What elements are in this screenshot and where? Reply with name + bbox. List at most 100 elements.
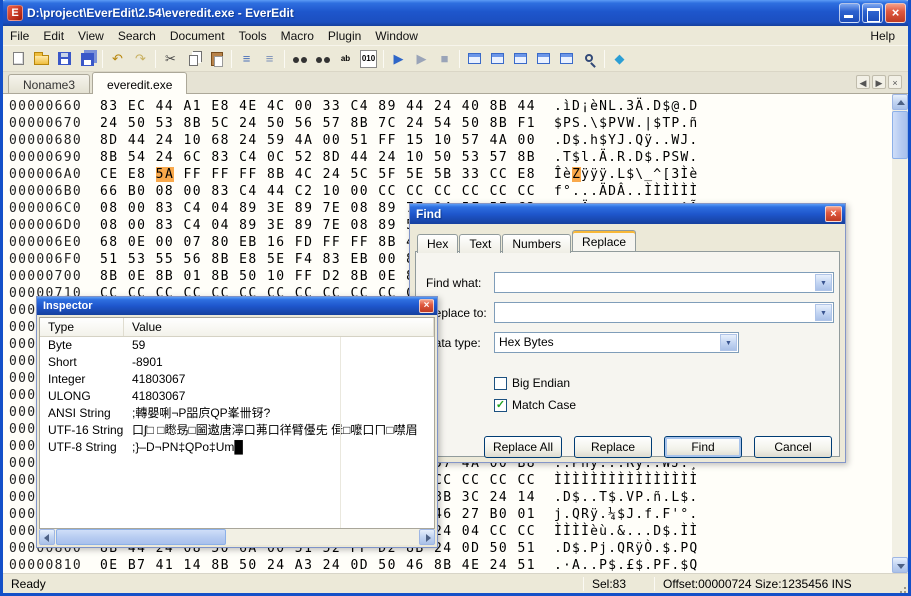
menu-document[interactable]: Document [163,27,232,45]
stop-macro-button[interactable]: ■ [433,48,456,70]
minimize-button[interactable] [839,3,860,23]
tab-scroll-left-icon[interactable]: ◀ [856,75,870,89]
row-hex-bytes: 83 EC 44 A1 E8 4E 4C 00 33 C4 89 44 24 4… [100,99,537,114]
open-folder-button[interactable] [30,48,53,70]
plugin-button[interactable]: ◆ [608,48,631,70]
menu-edit[interactable]: Edit [36,27,71,45]
inspector-hscrollbar[interactable] [39,529,435,545]
menu-help[interactable]: Help [863,27,902,45]
hex-row[interactable]: 00000810 0E B7 41 14 8B 50 24 A3 24 0D 50… [3,557,908,573]
layout-grid-button[interactable] [532,48,555,70]
inspector-row[interactable]: Integer 41803067 [40,371,434,388]
cancel-button[interactable]: Cancel [754,436,832,458]
hex-row[interactable]: 000006B0 66 B0 08 00 83 C4 44 C2 10 00 CC… [3,183,908,200]
inspector-row[interactable]: ANSI String ;轉嬰唎¬P㗊㡶QP峯卌䥺? [40,405,434,422]
paste-button[interactable] [205,48,228,70]
inspector-row[interactable]: Short -8901 [40,354,434,371]
play-macro-button[interactable]: ▶ [410,48,433,70]
hex-row[interactable]: 00000690 8B 54 24 6C 83 C4 0C 52 8D 44 24… [3,149,908,166]
scrollbar-thumb[interactable] [892,111,908,159]
open-folder-icon [34,52,49,65]
hex-row[interactable]: 00000680 8D 44 24 10 68 24 59 4A 00 51 FF… [3,132,908,149]
data-type-dropdown-icon[interactable]: ▼ [720,334,737,351]
cut-button[interactable]: ✂ [159,48,182,70]
tab-noname3[interactable]: Noname3 [8,74,91,93]
checkbox-match-case[interactable]: ✓ Match Case [494,398,576,412]
menu-window[interactable]: Window [368,27,425,45]
inspector-scroll-left-icon[interactable] [39,529,55,545]
tab-scroll-right-icon[interactable]: ▶ [872,75,886,89]
vertical-scrollbar[interactable] [892,94,908,573]
find-tab-numbers[interactable]: Numbers [502,234,572,253]
find-tab-replace[interactable]: Replace [572,230,637,251]
data-type-combobox[interactable]: Hex Bytes ▼ [494,332,739,353]
inspector-scroll-thumb[interactable] [56,529,226,545]
menu-view[interactable]: View [71,27,111,45]
checkbox-box-icon[interactable] [494,376,507,390]
replace-all-button[interactable]: Replace All [484,436,562,458]
scroll-down-icon[interactable] [892,557,908,573]
inspector-row[interactable]: Byte 59 [40,337,434,354]
layout-split-button[interactable] [555,48,578,70]
save-button[interactable] [53,48,76,70]
inspector-scroll-right-icon[interactable] [419,529,435,545]
layout-split-icon [560,53,573,64]
inspector-value-cell: 59 [132,338,146,352]
replace-to-combobox[interactable]: ▼ [494,302,834,323]
replace-button[interactable]: Replace [574,436,652,458]
layout-rows-button[interactable] [509,48,532,70]
find-next-button[interactable] [311,48,334,70]
new-file-button[interactable] [7,48,30,70]
undo-button[interactable]: ↶ [106,48,129,70]
maximize-button[interactable] [862,3,883,23]
inspector-titlebar[interactable]: Inspector × [37,297,437,315]
inspector-row[interactable]: UTF-16 String 口ʃ□ □矁昮□圙遨唐濘口茀口徉臂㒗兂 偮□嚒口ㄇ□噤… [40,422,434,439]
menu-search[interactable]: Search [111,27,163,45]
redo-button[interactable]: ↷ [129,48,152,70]
resize-grip[interactable] [893,576,908,591]
find-tab-hex[interactable]: Hex [417,234,459,253]
checkbox-box-icon[interactable]: ✓ [494,398,507,412]
find-what-combobox[interactable]: ▼ [494,272,834,293]
inspector-col-type: Type [40,318,124,336]
checkbox-big-endian[interactable]: Big Endian [494,376,570,390]
close-button[interactable]: × [885,3,906,23]
inspector-rows: Byte 59 Short -8901 Integer 41803067 ULONG 4180… [40,337,434,456]
save-all-button[interactable] [76,48,99,70]
hex-row[interactable]: 00000660 83 EC 44 A1 E8 4E 4C 00 33 C4 89… [3,98,908,115]
menu-file[interactable]: File [3,27,36,45]
menu-tools[interactable]: Tools [232,27,274,45]
tab-close-icon[interactable]: × [888,75,902,89]
find-button[interactable]: Find [664,436,742,458]
find-button[interactable] [288,48,311,70]
hex-row[interactable]: 000006A0 CE E8 5A FF FF FF 8B 4C 24 5C 5F… [3,166,908,183]
indent-button[interactable]: ≡ [235,48,258,70]
replace-to-dropdown-icon[interactable]: ▼ [815,304,832,321]
data-type-value: Hex Bytes [499,335,554,349]
find-dialog-close-icon[interactable]: × [825,206,842,222]
hex-row[interactable]: 00000670 24 50 53 8B 5C 24 50 56 57 8B 7C… [3,115,908,132]
run-macro-button[interactable]: ▶ [387,48,410,70]
find-what-dropdown-icon[interactable]: ▼ [815,274,832,291]
inspector-close-icon[interactable]: × [419,299,434,313]
layout-list-button[interactable] [463,48,486,70]
hex-mode-button[interactable]: 010 [357,48,380,70]
replace-button[interactable]: ab [334,48,357,70]
inspector-type-cell: ANSI String [48,406,111,420]
tab-everedit-exe[interactable]: everedit.exe [92,72,188,94]
find-dialog-titlebar[interactable]: Find × [410,204,845,224]
app-icon[interactable]: E [7,5,23,21]
layout-columns-button[interactable] [486,48,509,70]
outdent-button[interactable]: ≡ [258,48,281,70]
selected-byte: 5A [155,167,175,182]
find-tab-text[interactable]: Text [459,234,502,253]
scroll-up-icon[interactable] [892,94,908,110]
menu-plugin[interactable]: Plugin [321,27,368,45]
zoom-button[interactable] [578,48,601,70]
outdent-icon: ≡ [265,50,274,66]
menu-macro[interactable]: Macro [274,27,321,45]
row-address: 000006B0 [9,184,83,199]
copy-button[interactable] [182,48,205,70]
inspector-row[interactable]: UTF-8 String ;}–D¬PN‡QPo‡Um█ [40,439,434,456]
inspector-row[interactable]: ULONG 41803067 [40,388,434,405]
